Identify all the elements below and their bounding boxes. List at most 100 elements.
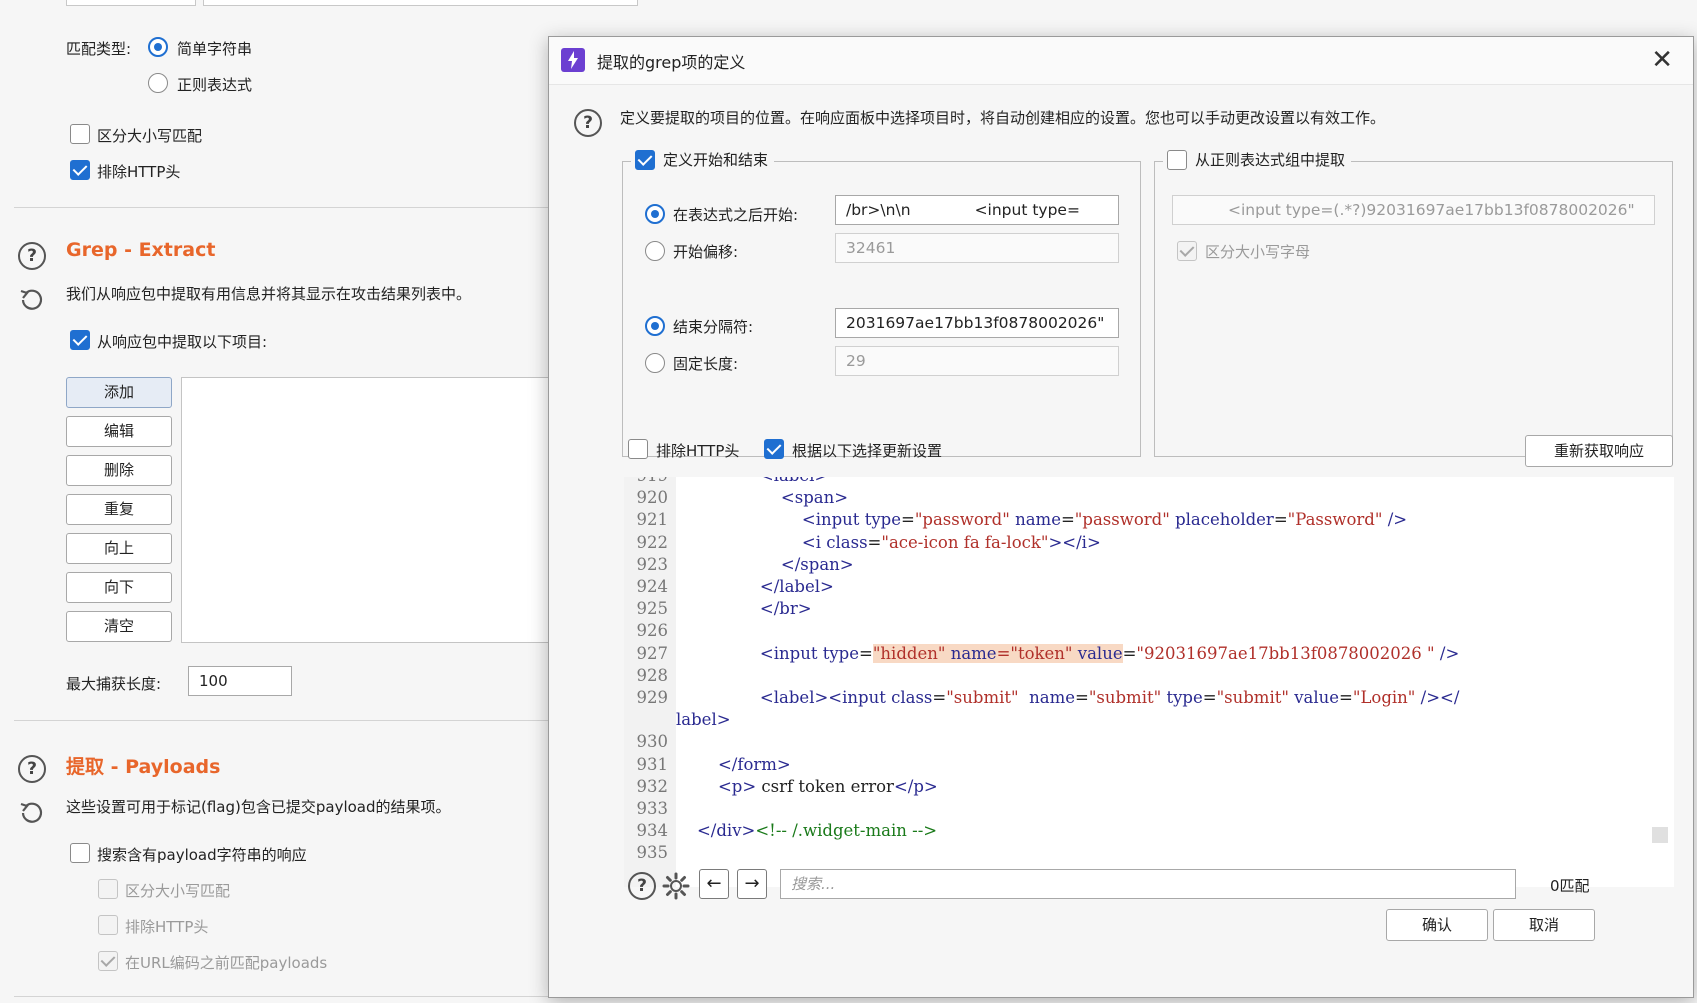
move-up-button[interactable]: 向上 (66, 533, 172, 564)
regex-group-input[interactable]: <input type=(.*?)92031697ae17bb13f087800… (1172, 195, 1655, 225)
line-number: 927 (636, 643, 669, 663)
dialog-titlebar: 提取的grep项的定义 ✕ (549, 37, 1693, 85)
exclude-http-headers-checkbox[interactable] (628, 439, 648, 459)
start-after-expr-input[interactable]: /br>\n\n <input type= (835, 195, 1119, 225)
regex-group-checkbox[interactable] (1167, 149, 1187, 170)
start-after-expr-radio[interactable] (645, 204, 665, 224)
match-simple-label: 简单字符串 (177, 40, 253, 58)
end-delimiter-input[interactable]: 2031697ae17bb13f0878002026" (835, 308, 1119, 338)
ok-button[interactable]: 确认 (1386, 909, 1488, 941)
code-line: 925 </br> (624, 597, 1674, 621)
code-text: </label> (759, 577, 834, 596)
line-number: 929 (636, 688, 669, 707)
start-offset-input[interactable]: 32461 (835, 233, 1119, 263)
close-icon[interactable]: ✕ (1651, 45, 1673, 75)
top-field-right[interactable] (203, 0, 638, 6)
line-number: 935 (636, 843, 669, 863)
arrow-left-icon: ← (706, 873, 722, 894)
scrollbar-thumb[interactable] (1652, 827, 1668, 843)
extract-items-checkbox[interactable] (70, 330, 90, 350)
edit-button[interactable]: 编辑 (66, 416, 172, 447)
match-before-url-label: 在URL编码之前匹配payloads (125, 954, 328, 972)
end-delimiter-label: 结束分隔符: (673, 318, 754, 336)
help-icon[interactable]: ? (18, 755, 46, 783)
match-before-url-checkbox[interactable] (98, 951, 118, 971)
code-line: 926 (624, 619, 1674, 643)
code-text: <p> csrf token error</p> (717, 776, 938, 796)
code-line: 929 <label><input class="submit" name="s… (624, 686, 1674, 710)
code-line: 932 <p> csrf token error</p> (624, 775, 1674, 799)
match-count: 0匹配 (1550, 877, 1590, 895)
fixed-length-input[interactable]: 29 (835, 346, 1119, 376)
extract-items-label: 从响应包中提取以下项目: (97, 333, 268, 351)
match-regex-radio[interactable] (148, 73, 168, 93)
start-after-expr-label: 在表达式之后开始: (673, 206, 799, 224)
code-text: <label><input class="submit" name="submi… (759, 688, 1460, 707)
reset-icon[interactable] (17, 799, 45, 827)
line-number: 921 (636, 510, 669, 530)
code-line: 924 </label> (624, 575, 1674, 599)
update-from-selection-checkbox[interactable] (764, 439, 784, 459)
fixed-length-radio[interactable] (645, 353, 665, 373)
help-icon[interactable]: ? (628, 872, 656, 900)
refetch-response-button[interactable]: 重新获取响应 (1525, 435, 1673, 467)
start-offset-radio[interactable] (645, 241, 665, 261)
code-text: label> (676, 710, 731, 730)
update-from-selection-label: 根据以下选择更新设置 (792, 442, 943, 460)
reset-icon[interactable] (17, 286, 45, 314)
regex-group-caption: 从正则表达式组中提取 (1163, 149, 1352, 170)
case-sensitive-letters-checkbox[interactable] (1177, 241, 1197, 261)
search-input[interactable]: 搜索... (780, 869, 1516, 899)
next-match-button[interactable]: → (737, 869, 767, 899)
line-number: 920 (636, 488, 669, 508)
end-delimiter-radio[interactable] (645, 316, 665, 336)
code-line: 930 (624, 730, 1674, 754)
code-text: </div><!-- /.widget-main --> (696, 821, 938, 841)
divider (14, 720, 554, 721)
clear-button[interactable]: 清空 (66, 611, 172, 642)
divider (14, 996, 554, 997)
search-payload-label: 搜索含有payload字符串的响应 (97, 846, 307, 864)
max-capture-input[interactable]: 100 (188, 666, 292, 696)
payload-exclude-http-checkbox[interactable] (98, 915, 118, 935)
line-number: 932 (636, 776, 669, 796)
cancel-button[interactable]: 取消 (1493, 909, 1595, 941)
arrow-right-icon: → (744, 873, 760, 894)
define-start-end-caption: 定义开始和结束 (631, 149, 775, 170)
grep-extract-title: Grep - Extract (66, 239, 216, 261)
search-payload-checkbox[interactable] (70, 843, 90, 863)
gear-icon[interactable] (661, 871, 691, 901)
code-line: label> (624, 708, 1674, 732)
code-text: </form> (717, 754, 791, 774)
help-icon[interactable]: ? (18, 242, 46, 270)
line-number: 926 (636, 621, 669, 641)
define-start-end-label: 定义开始和结束 (663, 151, 769, 169)
payloads-title: 提取 - Payloads (66, 756, 221, 778)
dialog-description: 定义要提取的项目的位置。在响应面板中选择项目时，将自动创建相应的设置。您也可以手… (620, 109, 1386, 127)
response-editor[interactable]: 919 <label>920 <span>921 <input type="pa… (624, 477, 1674, 887)
move-down-button[interactable]: 向下 (66, 572, 172, 603)
delete-button[interactable]: 删除 (66, 455, 172, 486)
grep-item-definition-dialog: 提取的grep项的定义 ✕ ? 定义要提取的项目的位置。在响应面板中选择项目时，… (548, 36, 1694, 998)
top-field-left[interactable] (66, 0, 196, 6)
max-capture-label: 最大捕获长度: (66, 675, 162, 693)
dialog-title: 提取的grep项的定义 (597, 53, 746, 72)
payload-case-checkbox[interactable] (98, 879, 118, 899)
code-line: 935 (624, 841, 1674, 865)
code-line: 922 <i class="ace-icon fa fa-lock"></i> (624, 531, 1674, 555)
define-start-end-checkbox[interactable] (635, 149, 655, 170)
match-simple-radio[interactable] (148, 37, 168, 57)
code-line: 934 </div><!-- /.widget-main --> (624, 819, 1674, 843)
add-button[interactable]: 添加 (66, 377, 172, 408)
case-sensitive-checkbox[interactable] (70, 124, 90, 144)
code-line: 931 </form> (624, 753, 1674, 777)
exclude-http-checkbox[interactable] (70, 160, 90, 180)
payload-exclude-http-label: 排除HTTP头 (125, 918, 209, 936)
duplicate-button[interactable]: 重复 (66, 494, 172, 525)
code-text: <input type="password" name="password" p… (801, 510, 1408, 530)
extract-items-list[interactable] (181, 377, 561, 643)
prev-match-button[interactable]: ← (699, 869, 729, 899)
divider (14, 207, 554, 208)
line-number: 930 (636, 732, 669, 752)
help-icon[interactable]: ? (574, 109, 602, 137)
